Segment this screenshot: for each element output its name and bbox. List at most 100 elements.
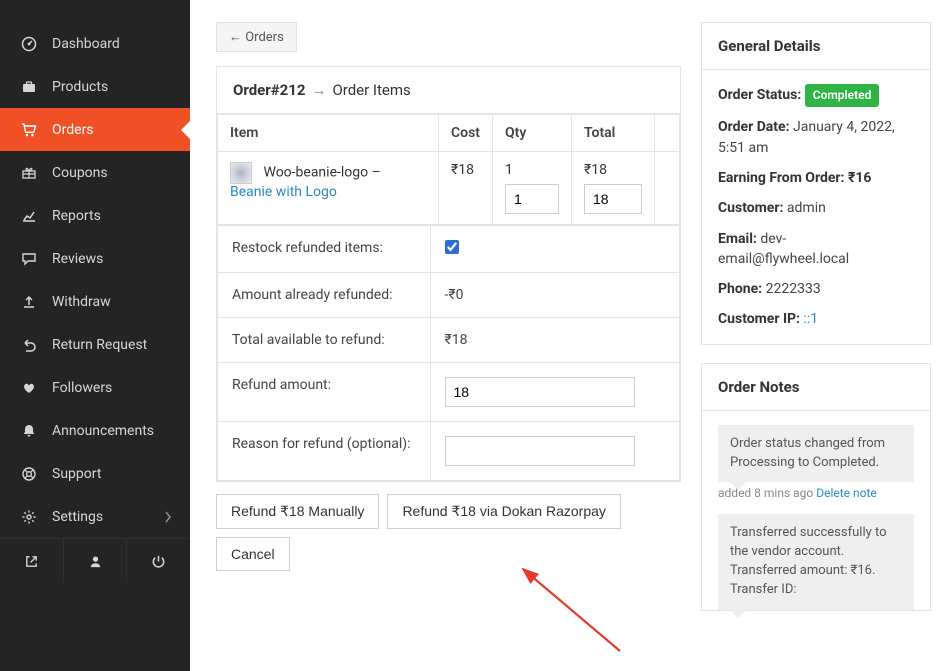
refund-razorpay-button[interactable]: Refund ₹18 via Dokan Razorpay xyxy=(387,494,620,529)
order-subtitle: Order Items xyxy=(332,81,410,99)
cart-icon xyxy=(18,122,40,138)
lifebuoy-icon xyxy=(18,466,40,482)
note-text: Transferred successfully to the vendor a… xyxy=(730,525,887,597)
sidebar-item-followers[interactable]: Followers xyxy=(0,366,190,409)
sidebar-item-support[interactable]: Support xyxy=(0,452,190,495)
ip-label: Customer IP: xyxy=(718,311,800,327)
table-row: Woo-beanie-logo – Beanie with Logo ₹18 1… xyxy=(218,152,680,225)
refund-actions: Refund ₹18 Manually Refund ₹18 via Dokan… xyxy=(216,494,681,529)
refund-line-total-input[interactable] xyxy=(584,184,642,214)
power-icon xyxy=(151,554,166,569)
refund-manually-button[interactable]: Refund ₹18 Manually xyxy=(216,494,379,529)
cancel-refund-button[interactable]: Cancel xyxy=(216,537,290,571)
item-total: ₹18 xyxy=(584,162,642,178)
delete-note-link[interactable]: Delete note xyxy=(816,486,877,500)
order-notes-heading: Order Notes xyxy=(702,364,930,411)
order-note: Transferred successfully to the vendor a… xyxy=(718,514,914,609)
customer-label: Customer: xyxy=(718,200,783,216)
phone-value: 2222333 xyxy=(766,281,821,297)
sidebar-item-products[interactable]: Products xyxy=(0,65,190,108)
product-thumbnail xyxy=(230,162,252,184)
item-qty-display: 1 xyxy=(505,162,559,178)
refund-form: Restock refunded items: Amount already r… xyxy=(217,225,680,481)
sidebar-bottom xyxy=(0,538,190,583)
col-cost: Cost xyxy=(439,115,493,152)
order-items-panel: Order#212 → Order Items Item Cost Qty To… xyxy=(216,66,681,482)
chevron-right-icon xyxy=(164,511,172,523)
heart-icon xyxy=(18,380,40,396)
sidebar-item-label: Reports xyxy=(52,208,101,224)
back-to-orders-link[interactable]: ← Orders xyxy=(216,22,297,52)
order-date-label: Order Date: xyxy=(718,119,790,135)
ip-value-link[interactable]: ::1 xyxy=(804,311,819,327)
refund-reason-label: Reason for refund (optional): xyxy=(218,422,431,481)
product-link[interactable]: Beanie with Logo xyxy=(230,184,337,200)
gift-icon xyxy=(18,165,40,181)
col-total: Total xyxy=(572,115,655,152)
customer-value: admin xyxy=(787,200,826,216)
order-items-header: Order#212 → Order Items xyxy=(217,67,680,114)
sidebar-item-label: Coupons xyxy=(52,165,108,181)
profile-button[interactable] xyxy=(64,539,128,583)
upload-icon xyxy=(18,294,40,310)
sidebar-item-dashboard[interactable]: Dashboard xyxy=(0,22,190,65)
sidebar-item-label: Orders xyxy=(52,122,94,138)
earning-label: Earning From Order: xyxy=(718,170,844,186)
col-qty: Qty xyxy=(493,115,572,152)
order-number: Order#212 xyxy=(233,81,305,99)
refund-qty-input[interactable] xyxy=(505,184,559,214)
sidebar-item-label: Withdraw xyxy=(52,294,111,310)
sidebar-item-label: Dashboard xyxy=(52,36,120,52)
comment-icon xyxy=(18,251,40,267)
arrow-right-icon: → xyxy=(311,81,326,99)
sidebar-item-label: Settings xyxy=(52,509,103,525)
sidebar-item-announcements[interactable]: Announcements xyxy=(0,409,190,452)
sidebar-item-label: Support xyxy=(52,466,101,482)
sidebar-item-coupons[interactable]: Coupons xyxy=(0,151,190,194)
sidebar: Dashboard Products Orders Coupons Report… xyxy=(0,0,190,671)
email-label: Email: xyxy=(718,231,757,247)
refund-amount-label: Refund amount: xyxy=(218,363,431,422)
sidebar-item-reports[interactable]: Reports xyxy=(0,194,190,237)
sidebar-item-label: Reviews xyxy=(52,251,103,267)
external-link-icon xyxy=(24,554,39,569)
bell-icon xyxy=(18,423,40,439)
restock-label: Restock refunded items: xyxy=(218,226,431,273)
power-button[interactable] xyxy=(127,539,190,583)
general-details-heading: General Details xyxy=(702,23,930,70)
already-refunded-label: Amount already refunded: xyxy=(218,273,431,318)
sidebar-item-label: Announcements xyxy=(52,423,154,439)
total-available-label: Total available to refund: xyxy=(218,318,431,363)
cog-icon xyxy=(18,509,40,525)
sidebar-item-withdraw[interactable]: Withdraw xyxy=(0,280,190,323)
col-item: Item xyxy=(218,115,439,152)
sidebar-item-label: Return Request xyxy=(52,337,147,353)
refund-actions-2: Cancel xyxy=(216,537,681,571)
earning-value: ₹16 xyxy=(848,170,871,186)
sidebar-item-orders[interactable]: Orders xyxy=(0,108,190,151)
product-name-prefix: Woo-beanie-logo – xyxy=(263,165,380,181)
chart-icon xyxy=(18,208,40,224)
sidebar-item-return-request[interactable]: Return Request xyxy=(0,323,190,366)
note-meta: added 8 mins ago Delete note xyxy=(718,486,914,500)
sidebar-item-label: Followers xyxy=(52,380,112,396)
external-link-button[interactable] xyxy=(0,539,64,583)
total-available-value: ₹18 xyxy=(430,318,679,363)
restock-checkbox[interactable] xyxy=(445,240,459,254)
refund-amount-input[interactable] xyxy=(445,377,635,407)
gauge-icon xyxy=(18,36,40,52)
note-text: Order status changed from Processing to … xyxy=(730,436,885,470)
order-notes-panel: Order Notes Order status changed from Pr… xyxy=(701,363,931,611)
order-items-table: Item Cost Qty Total Woo-beanie-logo – Be… xyxy=(217,114,680,225)
general-details-panel: General Details Order Status: Completed … xyxy=(701,22,931,345)
item-cost: ₹18 xyxy=(439,152,493,225)
briefcase-icon xyxy=(18,79,40,95)
undo-icon xyxy=(18,337,40,353)
refund-reason-input[interactable] xyxy=(445,436,635,466)
order-status-badge: Completed xyxy=(805,84,880,107)
sidebar-item-label: Products xyxy=(52,79,108,95)
sidebar-item-settings[interactable]: Settings xyxy=(0,495,190,538)
already-refunded-value: -₹0 xyxy=(430,273,679,318)
sidebar-item-reviews[interactable]: Reviews xyxy=(0,237,190,280)
phone-label: Phone: xyxy=(718,281,762,297)
